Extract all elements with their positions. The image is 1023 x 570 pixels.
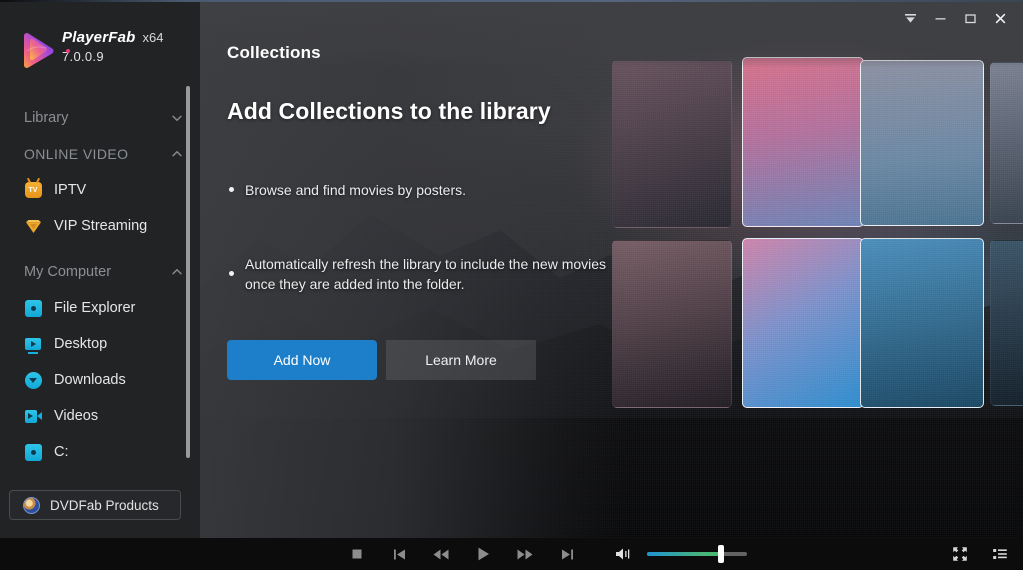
poster-card[interactable] xyxy=(860,60,984,226)
dvdfab-products-label: DVDFab Products xyxy=(50,497,159,513)
collapse-arrow-icon[interactable] xyxy=(895,3,925,33)
sidebar-group-label: ONLINE VIDEO xyxy=(24,146,129,162)
feature-bullet-list: Browse and find movies by posters. Autom… xyxy=(227,180,617,294)
folder-disk-icon xyxy=(24,299,42,317)
dvdfab-avatar-icon xyxy=(23,496,40,514)
previous-button[interactable] xyxy=(388,543,410,565)
volume-icon[interactable] xyxy=(612,543,634,565)
bullet-text: Automatically refresh the library to inc… xyxy=(245,256,607,292)
poster-card[interactable] xyxy=(990,62,1023,224)
sidebar-item-label: IPTV xyxy=(54,182,87,198)
sidebar: PlayerFab x64 7.0.0.9 Library ONLINE VIDE… xyxy=(0,0,200,538)
list-item: Browse and find movies by posters. xyxy=(227,180,617,200)
bullet-text: Browse and find movies by posters. xyxy=(245,182,466,198)
hero-heading: Add Collections to the library xyxy=(227,98,551,124)
poster-wall xyxy=(612,57,1023,410)
brand-architecture: x64 xyxy=(142,30,164,45)
video-camera-icon xyxy=(24,407,42,425)
stop-button[interactable] xyxy=(346,543,368,565)
sidebar-item-downloads[interactable]: Downloads xyxy=(0,362,200,398)
sidebar-item-videos[interactable]: Videos xyxy=(0,398,200,434)
dvdfab-products-button[interactable]: DVDFab Products xyxy=(9,490,181,520)
minimize-icon[interactable] xyxy=(925,3,955,33)
poster-card[interactable] xyxy=(860,238,984,408)
poster-card[interactable] xyxy=(742,57,864,227)
sidebar-item-drive-c[interactable]: C: xyxy=(0,434,200,470)
sidebar-item-vip-streaming[interactable]: VIP Streaming xyxy=(0,208,200,244)
chevron-up-icon xyxy=(170,265,184,279)
brand-name: PlayerFab xyxy=(62,29,136,46)
vip-gem-icon xyxy=(24,217,42,235)
sidebar-group-online-video[interactable]: ONLINE VIDEO xyxy=(0,136,200,172)
sidebar-group-label: My Computer xyxy=(24,264,112,280)
add-now-button[interactable]: Add Now xyxy=(227,340,377,380)
sidebar-item-file-explorer[interactable]: File Explorer xyxy=(0,290,200,326)
playerfab-window: Collections Add Collections to the libra… xyxy=(0,0,1023,570)
play-button[interactable] xyxy=(472,543,494,565)
sidebar-item-label: Downloads xyxy=(54,372,126,388)
hero-action-buttons: Add Now Learn More xyxy=(227,340,536,380)
poster-card[interactable] xyxy=(612,60,732,228)
volume-slider[interactable] xyxy=(647,545,747,563)
drive-disk-icon xyxy=(24,443,42,461)
learn-more-button[interactable]: Learn More xyxy=(386,340,536,380)
sidebar-nav: Library ONLINE VIDEO TV IPTV VIP Streami… xyxy=(0,100,200,470)
brand-version: 7.0.0.9 xyxy=(62,49,104,64)
poster-card[interactable] xyxy=(990,240,1023,406)
sidebar-item-label: File Explorer xyxy=(54,300,136,316)
sidebar-item-desktop[interactable]: Desktop xyxy=(0,326,200,362)
main-content-area: Collections Add Collections to the libra… xyxy=(200,2,1023,538)
sidebar-group-my-computer[interactable]: My Computer xyxy=(0,254,200,290)
sidebar-item-label: C: xyxy=(54,444,69,460)
volume-slider-handle[interactable] xyxy=(718,545,724,563)
monitor-play-icon xyxy=(24,335,42,354)
volume-section xyxy=(612,538,747,570)
window-controls xyxy=(893,2,1023,34)
next-button[interactable] xyxy=(556,543,578,565)
app-brand: PlayerFab x64 7.0.0.9 xyxy=(0,22,200,78)
poster-card[interactable] xyxy=(742,238,864,408)
close-icon[interactable] xyxy=(985,3,1015,33)
playerfab-logo-icon xyxy=(24,33,54,68)
poster-card[interactable] xyxy=(612,240,732,408)
sidebar-group-label: Library xyxy=(24,110,69,126)
download-arrow-icon xyxy=(24,371,42,389)
rewind-button[interactable] xyxy=(430,543,452,565)
fullscreen-button[interactable] xyxy=(949,543,971,565)
maximize-icon[interactable] xyxy=(955,3,985,33)
chevron-down-icon xyxy=(170,111,184,125)
chevron-up-icon xyxy=(170,147,184,161)
volume-slider-fill xyxy=(647,552,722,556)
sidebar-item-iptv[interactable]: TV IPTV xyxy=(0,172,200,208)
transport-controls xyxy=(346,538,578,570)
sidebar-scrollbar-thumb[interactable] xyxy=(186,86,190,458)
bullet-dot-icon xyxy=(229,271,234,276)
window-top-border xyxy=(0,0,1023,2)
sidebar-scrollbar[interactable] xyxy=(186,86,190,458)
player-control-bar xyxy=(0,538,1023,570)
list-item: Automatically refresh the library to inc… xyxy=(227,254,617,294)
brand-accent-dot-icon xyxy=(66,49,70,53)
fast-forward-button[interactable] xyxy=(514,543,536,565)
sidebar-item-label: VIP Streaming xyxy=(54,218,148,234)
bullet-dot-icon xyxy=(229,187,234,192)
player-right-controls xyxy=(949,538,1011,570)
sidebar-item-label: Videos xyxy=(54,408,99,424)
brand-text-block: PlayerFab x64 7.0.0.9 xyxy=(62,29,163,64)
sidebar-group-library[interactable]: Library xyxy=(0,100,200,136)
iptv-tv-icon: TV xyxy=(24,181,42,199)
page-title: Collections xyxy=(227,43,321,62)
sidebar-item-label: Desktop xyxy=(54,336,108,352)
playlist-button[interactable] xyxy=(989,543,1011,565)
